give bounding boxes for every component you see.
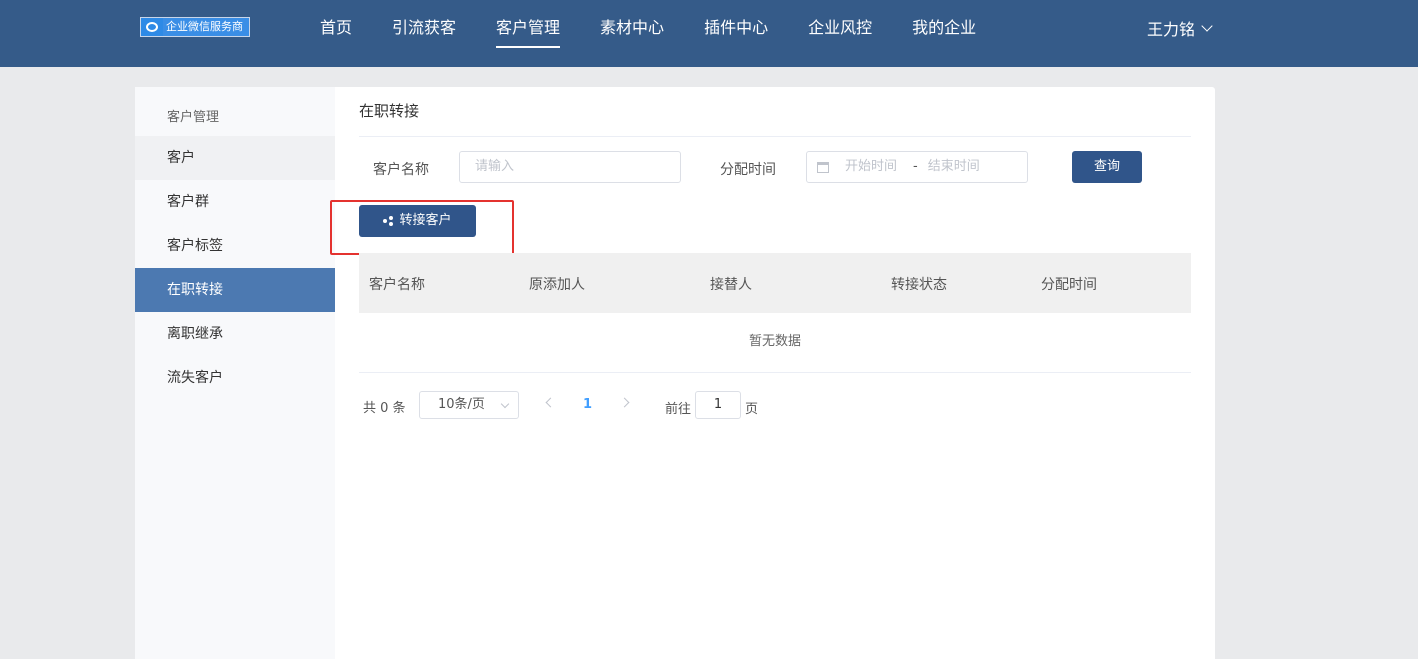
column-customer-name: 客户名称 bbox=[369, 277, 425, 293]
prev-page-icon[interactable] bbox=[545, 397, 556, 408]
nav-plugins[interactable]: 插件中心 bbox=[684, 0, 788, 56]
transfer-table: 客户名称 原添加人 接替人 转接状态 分配时间 暂无数据 bbox=[359, 253, 1191, 373]
pagination: 共 0 条 10条/页 1 前往 1 页 bbox=[359, 391, 1191, 419]
sidebar-item-customer-groups[interactable]: 客户群 bbox=[135, 180, 335, 224]
content-card: 客户管理 客户 客户群 客户标签 在职转接 离职继承 流失客户 在职转接 客户名… bbox=[135, 87, 1215, 659]
table-empty-text: 暂无数据 bbox=[359, 313, 1191, 373]
customer-name-input[interactable]: 请输入 bbox=[459, 151, 681, 183]
date-range-picker[interactable]: 开始时间 - 结束时间 bbox=[806, 151, 1028, 183]
main-nav: 首页 引流获客 客户管理 素材中心 插件中心 企业风控 我的企业 bbox=[300, 0, 996, 67]
assign-time-label: 分配时间 bbox=[720, 162, 776, 178]
transfer-customer-label: 转接客户 bbox=[399, 213, 452, 228]
top-navbar: 企业微信服务商 首页 引流获客 客户管理 素材中心 插件中心 企业风控 我的企业… bbox=[0, 0, 1418, 67]
sidebar-item-onjob-transfer[interactable]: 在职转接 bbox=[135, 268, 335, 312]
sidebar-heading: 客户管理 bbox=[167, 110, 220, 125]
search-button[interactable]: 查询 bbox=[1072, 151, 1142, 183]
goto-label: 前往 bbox=[665, 402, 692, 417]
current-page[interactable]: 1 bbox=[583, 397, 592, 412]
column-assign-time: 分配时间 bbox=[1041, 277, 1097, 293]
table-header: 客户名称 原添加人 接替人 转接状态 分配时间 bbox=[359, 253, 1191, 313]
nav-lead-generation[interactable]: 引流获客 bbox=[372, 0, 476, 56]
column-transfer-status: 转接状态 bbox=[891, 277, 947, 293]
goto-page-input[interactable]: 1 bbox=[695, 391, 741, 419]
column-original-adder: 原添加人 bbox=[529, 277, 585, 293]
customer-name-label: 客户名称 bbox=[373, 162, 429, 178]
logo-text: 企业微信服务商 bbox=[163, 18, 249, 36]
nav-customer-management[interactable]: 客户管理 bbox=[476, 0, 580, 56]
user-name: 王力铭 bbox=[1147, 20, 1196, 39]
nav-materials[interactable]: 素材中心 bbox=[580, 0, 684, 56]
chevron-down-icon bbox=[1201, 19, 1213, 32]
nav-home[interactable]: 首页 bbox=[300, 0, 372, 56]
column-successor: 接替人 bbox=[710, 277, 752, 293]
transfer-customer-button[interactable]: 转接客户 bbox=[359, 205, 476, 237]
end-date-input[interactable]: 结束时间 bbox=[928, 152, 980, 182]
sidebar-item-customers[interactable]: 客户 bbox=[135, 136, 335, 180]
nav-risk-control[interactable]: 企业风控 bbox=[788, 0, 892, 56]
calendar-icon bbox=[817, 161, 829, 173]
pagination-total: 共 0 条 bbox=[363, 401, 406, 416]
page-suffix: 页 bbox=[745, 402, 759, 417]
sidebar-item-lost-customers[interactable]: 流失客户 bbox=[135, 356, 335, 400]
filter-bar: 客户名称 请输入 分配时间 开始时间 - 结束时间 查询 bbox=[359, 137, 1191, 197]
user-menu[interactable]: 王力铭 bbox=[1147, 16, 1213, 40]
brand-logo[interactable]: 企业微信服务商 bbox=[140, 17, 250, 37]
main-panel: 在职转接 客户名称 请输入 分配时间 开始时间 - 结束时间 查询 转接客户 客… bbox=[330, 87, 1191, 419]
share-icon bbox=[383, 216, 394, 226]
page-size-select[interactable]: 10条/页 bbox=[419, 391, 519, 419]
sidebar: 客户管理 客户 客户群 客户标签 在职转接 离职继承 流失客户 bbox=[135, 87, 335, 659]
next-page-icon[interactable] bbox=[619, 397, 630, 408]
sidebar-item-resigned-inherit[interactable]: 离职继承 bbox=[135, 312, 335, 356]
nav-my-company[interactable]: 我的企业 bbox=[892, 0, 996, 56]
start-date-input[interactable]: 开始时间 bbox=[845, 152, 897, 182]
page-size-value: 10条/页 bbox=[438, 397, 485, 412]
sidebar-item-customer-tags[interactable]: 客户标签 bbox=[135, 224, 335, 268]
chevron-down-icon bbox=[500, 399, 510, 409]
range-separator: - bbox=[913, 159, 918, 174]
chat-bubble-icon bbox=[141, 18, 163, 36]
page-title: 在职转接 bbox=[359, 87, 1191, 137]
